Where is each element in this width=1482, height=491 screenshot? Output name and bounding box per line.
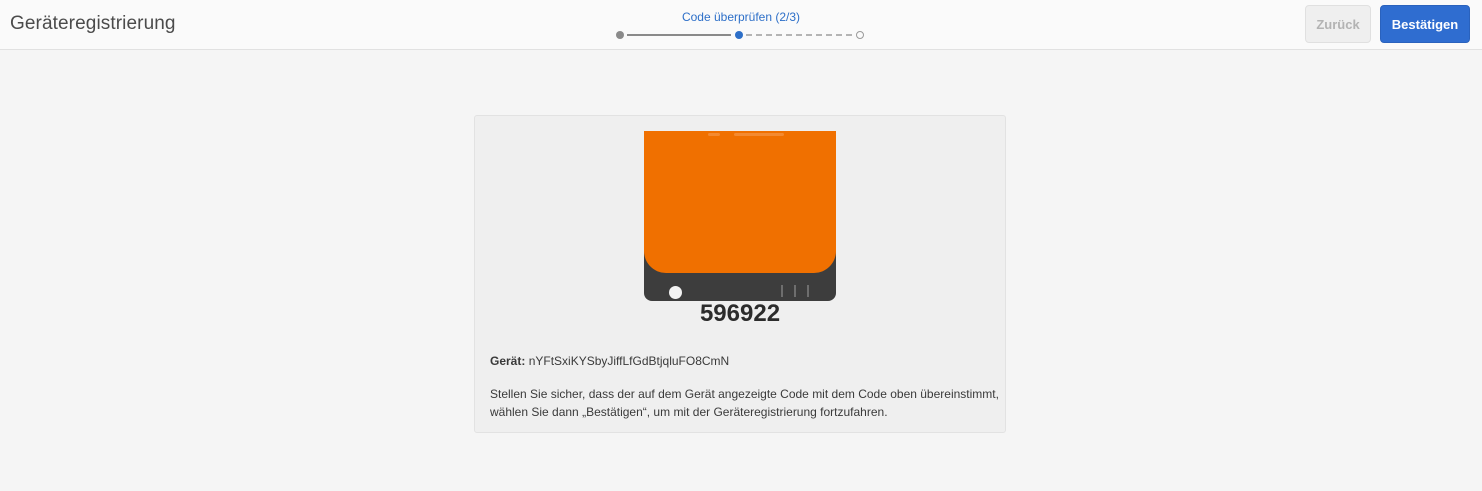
verification-card: 596922 Gerät: nYFtSxiKYSbyJiffLfGdBtjqlu… — [474, 115, 1006, 433]
device-vent-icon — [807, 285, 809, 297]
wizard-segment-pending — [746, 34, 852, 36]
instruction-line-2: wählen Sie dann „Bestätigen“, um mit der… — [490, 405, 888, 419]
verification-code: 596922 — [699, 300, 781, 327]
instruction-text: Stellen Sie sicher, dass der auf dem Ger… — [490, 385, 1000, 421]
wizard-progress: Code überprüfen (2/3) — [610, 0, 872, 50]
device-id-line: Gerät: nYFtSxiKYSbyJiffLfGdBtjqluFO8CmN — [490, 354, 729, 368]
mobile-device-icon — [644, 131, 836, 301]
wizard-step-3-dot — [856, 31, 864, 39]
device-home-button-icon — [669, 286, 682, 299]
top-bar: Geräteregistrierung Code überprüfen (2/3… — [0, 0, 1482, 50]
device-screen — [644, 131, 836, 273]
instruction-line-1: Stellen Sie sicher, dass der auf dem Ger… — [490, 387, 999, 401]
wizard-step-label: Code überprüfen (2/3) — [681, 10, 801, 24]
back-button[interactable]: Zurück — [1305, 5, 1371, 43]
device-id-value: nYFtSxiKYSbyJiffLfGdBtjqluFO8CmN — [528, 354, 730, 368]
confirm-button[interactable]: Bestätigen — [1380, 5, 1470, 43]
page-title: Geräteregistrierung — [10, 13, 176, 34]
device-vent-icon — [781, 285, 783, 297]
device-notch-left — [708, 133, 720, 136]
device-notch-right — [734, 133, 784, 136]
wizard-step-track — [610, 29, 872, 41]
wizard-segment-complete — [627, 34, 731, 36]
device-id-label: Gerät: — [490, 354, 526, 368]
wizard-step-1-dot — [616, 31, 624, 39]
device-vent-icon — [794, 285, 796, 297]
wizard-step-2-dot — [735, 31, 743, 39]
